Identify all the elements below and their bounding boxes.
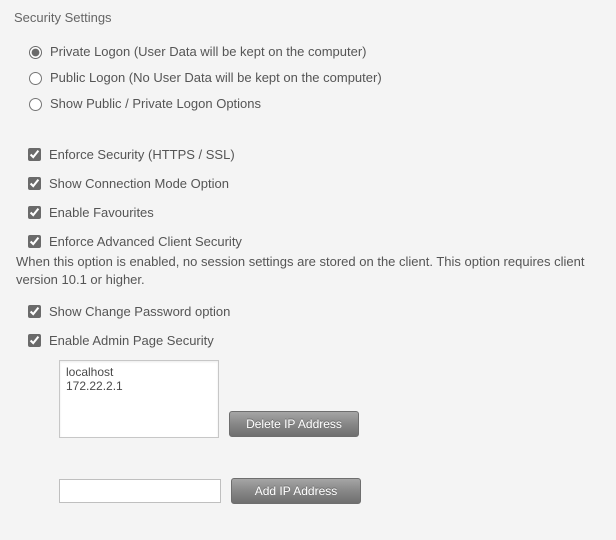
show-logon-options-radio[interactable] [29, 98, 42, 111]
enforce-security-label: Enforce Security (HTTPS / SSL) [49, 147, 235, 162]
enable-admin-sec-label: Enable Admin Page Security [49, 333, 214, 348]
enable-admin-sec-checkbox[interactable] [28, 334, 41, 347]
enforce-adv-client-help: When this option is enabled, no session … [16, 253, 602, 288]
delete-ip-button[interactable]: Delete IP Address [229, 411, 359, 437]
enforce-security-checkbox[interactable] [28, 148, 41, 161]
enforce-adv-client-label: Enforce Advanced Client Security [49, 234, 242, 249]
show-logon-options-label: Show Public / Private Logon Options [50, 96, 261, 111]
enforce-adv-client-checkbox[interactable] [28, 235, 41, 248]
ip-address-list[interactable] [59, 360, 219, 438]
private-logon-label: Private Logon (User Data will be kept on… [50, 44, 367, 59]
public-logon-radio[interactable] [29, 72, 42, 85]
private-logon-radio[interactable] [29, 46, 42, 59]
page-title: Security Settings [14, 10, 602, 25]
show-conn-mode-checkbox[interactable] [28, 177, 41, 190]
enable-favourites-checkbox[interactable] [28, 206, 41, 219]
enable-favourites-label: Enable Favourites [49, 205, 154, 220]
show-change-pw-checkbox[interactable] [28, 305, 41, 318]
add-ip-button[interactable]: Add IP Address [231, 478, 361, 504]
ip-address-input[interactable] [59, 479, 221, 503]
public-logon-label: Public Logon (No User Data will be kept … [50, 70, 382, 85]
show-conn-mode-label: Show Connection Mode Option [49, 176, 229, 191]
show-change-pw-label: Show Change Password option [49, 304, 230, 319]
